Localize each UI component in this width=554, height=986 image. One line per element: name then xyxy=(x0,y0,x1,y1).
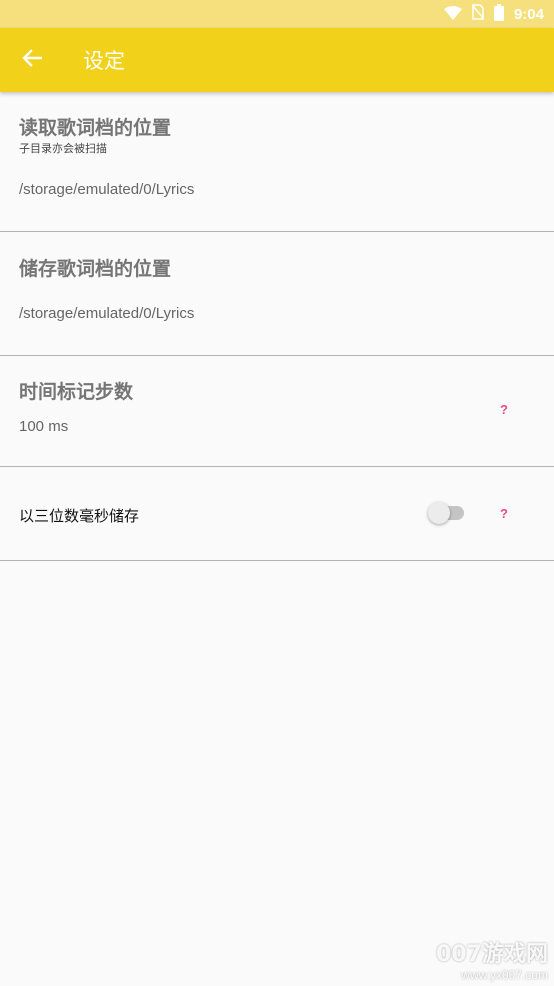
page-title: 设定 xyxy=(83,49,125,73)
wifi-icon xyxy=(443,5,462,24)
time-step-value: 100 ms xyxy=(19,418,69,435)
watermark-logo: 007游戏网 xyxy=(436,942,548,967)
status-time: 9:04 xyxy=(513,5,544,23)
setting-time-step[interactable]: 时间标记步数 100 ms ? xyxy=(0,356,554,467)
read-location-title: 读取歌词档的位置 xyxy=(19,117,172,139)
status-bar: 9:04 xyxy=(0,0,554,28)
read-location-subtitle: 子目录亦会被扫描 xyxy=(19,142,107,155)
three-digit-ms-label: 以三位数毫秒储存 xyxy=(19,507,140,525)
watermark-url: www.yx007.com xyxy=(461,968,548,982)
three-digit-ms-help-button[interactable]: ? xyxy=(500,506,508,521)
app-bar: 设定 xyxy=(0,28,554,92)
time-step-help-button[interactable]: ? xyxy=(500,402,508,417)
back-button[interactable] xyxy=(0,28,64,92)
save-location-title: 储存歌词档的位置 xyxy=(19,258,172,280)
time-step-title: 时间标记步数 xyxy=(19,381,134,403)
setting-three-digit-ms: 以三位数毫秒储存 ? xyxy=(0,467,554,561)
setting-save-location[interactable]: 储存歌词档的位置 /storage/emulated/0/Lyrics xyxy=(0,232,554,356)
read-location-value: /storage/emulated/0/Lyrics xyxy=(19,181,195,198)
battery-icon xyxy=(493,3,504,25)
toggle-thumb xyxy=(428,502,450,524)
setting-read-location[interactable]: 读取歌词档的位置 子目录亦会被扫描 /storage/emulated/0/Ly… xyxy=(0,92,554,232)
three-digit-ms-toggle[interactable] xyxy=(428,501,464,525)
save-location-value: /storage/emulated/0/Lyrics xyxy=(19,305,195,322)
no-sim-icon xyxy=(471,4,485,24)
watermark: 007游戏网 www.yx007.com xyxy=(436,936,548,982)
arrow-back-icon xyxy=(22,49,43,71)
